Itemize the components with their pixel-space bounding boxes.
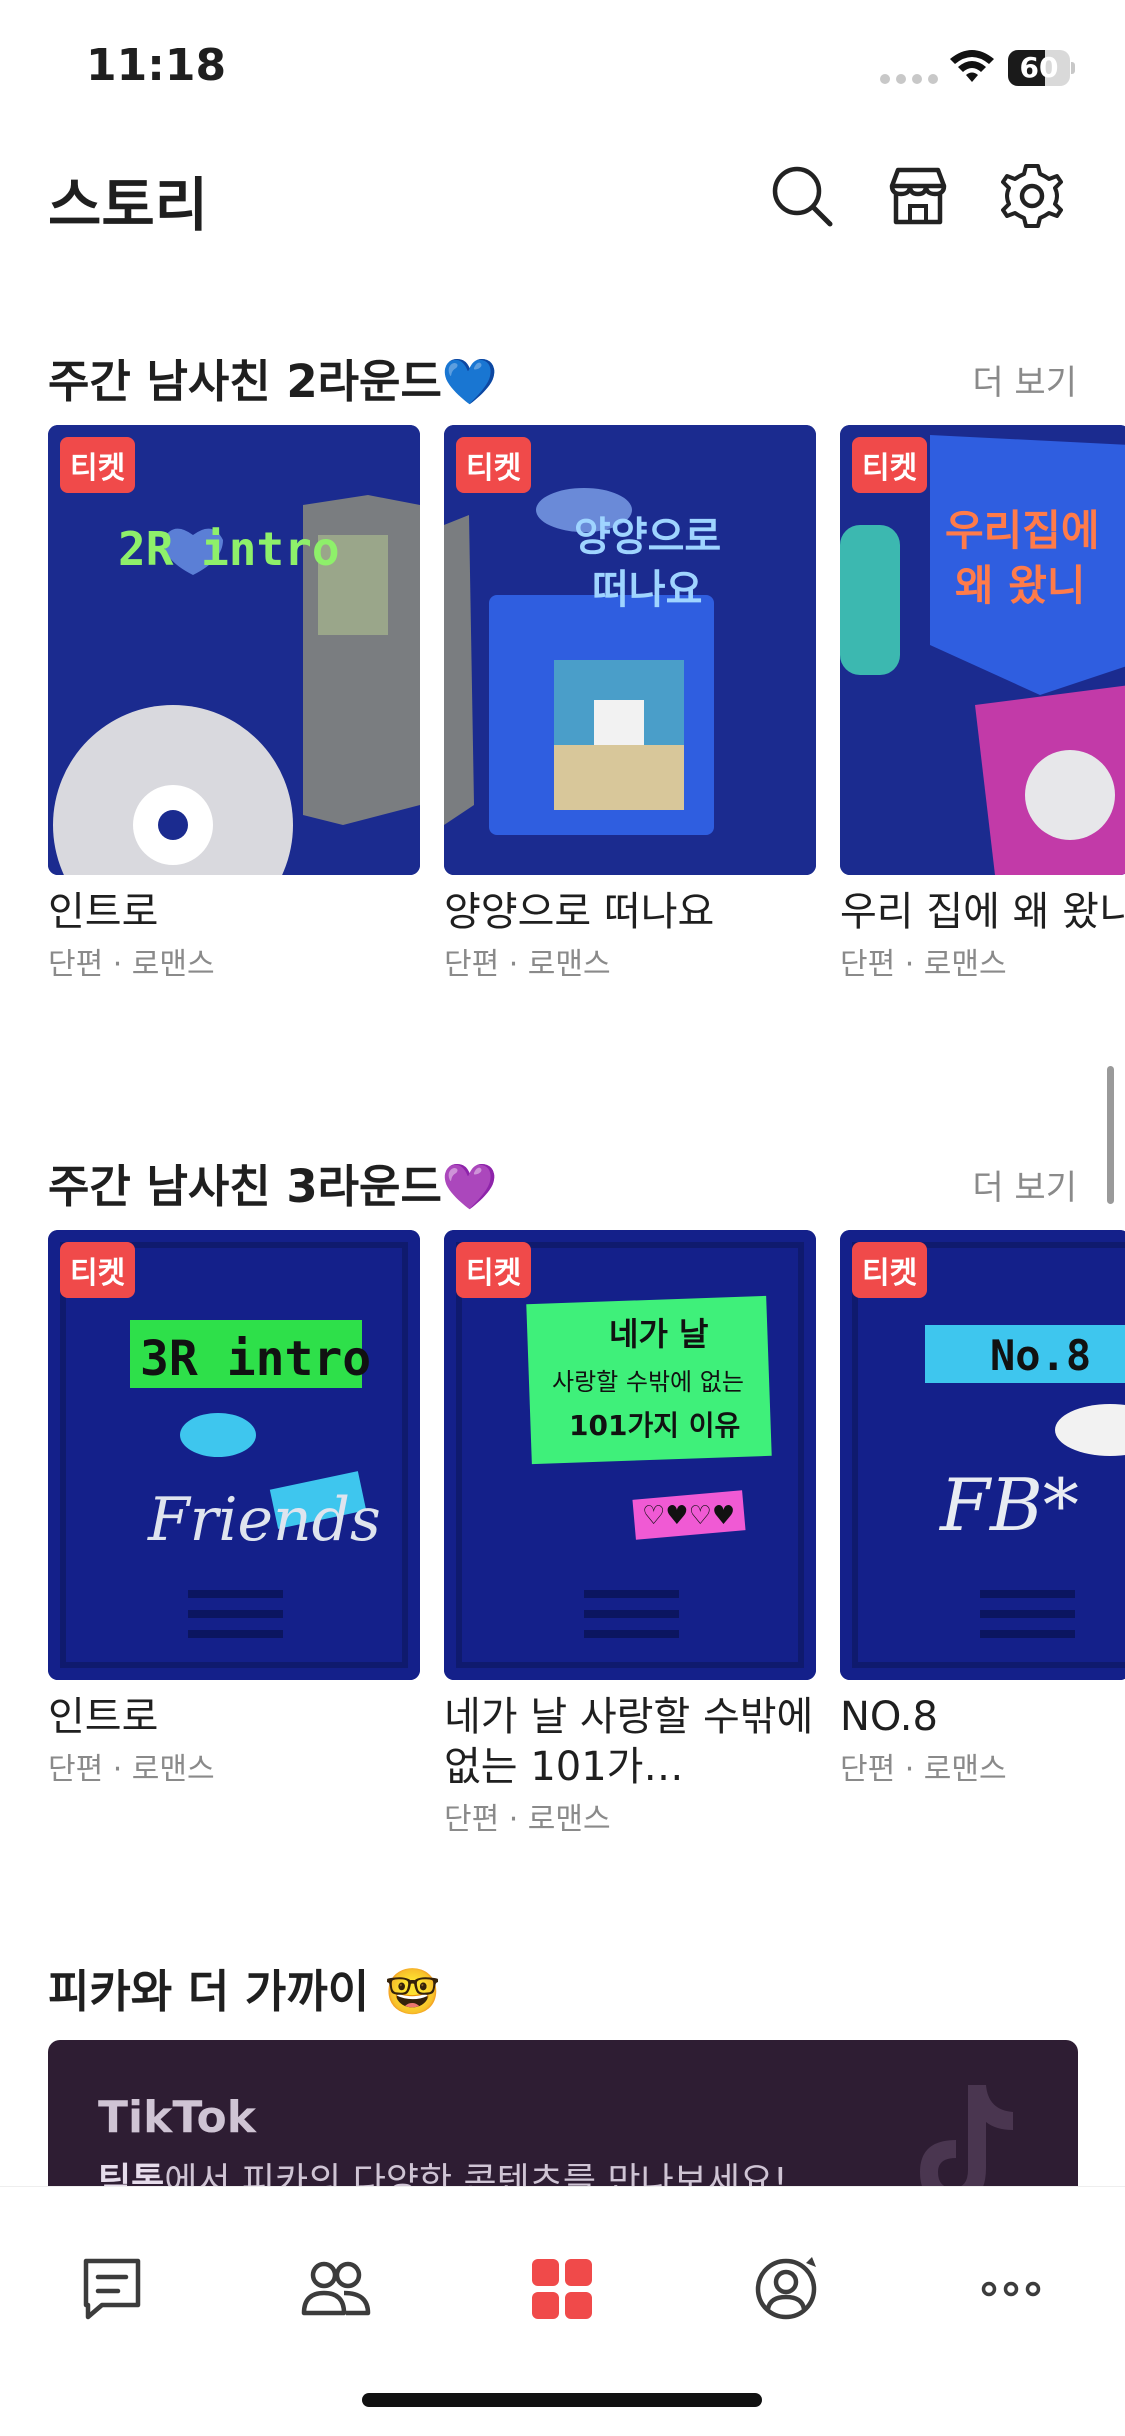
section-round3: 주간 남사친 3라운드💜 더 보기 3R intro Friends 티켓 인트… <box>0 1150 1125 1870</box>
card-title: 네가 날 사랑할 수밖에 없는 101가… <box>444 1694 814 1790</box>
svg-text:사랑할 수밖에 없는: 사랑할 수밖에 없는 <box>552 1368 744 1396</box>
status-time: 11:18 <box>86 40 227 91</box>
page-title: 스토리 <box>48 171 209 239</box>
svg-text:왜 왔니: 왜 왔니 <box>955 561 1086 610</box>
card-meta: 단편 · 로맨스 <box>840 1752 1007 1787</box>
ticket-badge: 티켓 <box>852 1242 928 1298</box>
banner-title: TikTok <box>98 2092 257 2143</box>
header: 스토리 <box>0 140 1125 250</box>
story-card[interactable]: 네가 날 사랑할 수밖에 없는 101가지 이유 ♡♥♡♥ 티켓 네가 날 사랑… <box>444 1230 816 1838</box>
story-card[interactable]: No.8 FB* 티켓 NO.8 단편 · 로맨스 <box>840 1230 1125 1788</box>
card-thumbnail: 3R intro Friends 티켓 <box>48 1230 420 1680</box>
svg-text:♡♥♡♥: ♡♥♡♥ <box>642 1501 735 1531</box>
card-thumbnail: No.8 FB* 티켓 <box>840 1230 1125 1680</box>
svg-text:양양으로: 양양으로 <box>574 514 721 560</box>
status-bar: 11:18 60 <box>0 0 1125 130</box>
gear-icon[interactable] <box>996 160 1068 232</box>
svg-text:101가지 이유: 101가지 이유 <box>569 1409 740 1442</box>
card-title: 인트로 <box>48 889 159 935</box>
section-round2: 주간 남사친 2라운드💙 더 보기 2R intro 티켓 인트로 단편 · 로… <box>0 345 1125 995</box>
svg-text:우리집에: 우리집에 <box>945 506 1100 555</box>
story-card[interactable]: 2R intro 티켓 인트로 단편 · 로맨스 <box>48 425 420 983</box>
battery-percent: 60 <box>1019 51 1059 84</box>
chat-icon[interactable] <box>76 2253 148 2325</box>
ticket-badge: 티켓 <box>456 437 532 493</box>
card-thumbnail: 양양으로 떠나요 티켓 <box>444 425 816 875</box>
card-thumbnail: 2R intro 티켓 <box>48 425 420 875</box>
section-title: 주간 남사친 3라운드💜 <box>48 1160 498 1213</box>
card-title: 우리 집에 왜 왔니 <box>840 889 1125 935</box>
card-row: 3R intro Friends 티켓 인트로 단편 · 로맨스 네가 날 사랑… <box>48 1230 1125 1870</box>
thumb-text: 3R intro <box>140 1331 371 1387</box>
tiktok-banner[interactable]: TikTok 틱톡에서 피카의 다양한 콘텐츠를 만나보세요! <box>48 2040 1078 2200</box>
friends-icon[interactable] <box>300 2253 372 2325</box>
card-row: 2R intro 티켓 인트로 단편 · 로맨스 양양으로 떠나요 티켓 양양으… <box>48 425 1125 1025</box>
card-meta: 단편 · 로맨스 <box>444 1802 611 1837</box>
thumb-text: 2R intro <box>118 522 340 576</box>
tiktok-icon <box>920 2085 1013 2200</box>
card-meta: 단편 · 로맨스 <box>444 947 611 982</box>
ticket-badge: 티켓 <box>60 1242 136 1298</box>
section-title: 주간 남사친 2라운드💙 <box>48 355 498 408</box>
more-icon[interactable] <box>975 2253 1047 2325</box>
search-icon[interactable] <box>766 160 838 232</box>
card-meta: 단편 · 로맨스 <box>48 947 215 982</box>
signal-icon <box>880 74 938 84</box>
card-title: 양양으로 떠나요 <box>444 889 715 935</box>
svg-text:떠나요: 떠나요 <box>592 567 702 613</box>
battery-icon: 60 <box>1008 50 1075 86</box>
home-indicator <box>362 2393 762 2407</box>
card-thumbnail: 네가 날 사랑할 수밖에 없는 101가지 이유 ♡♥♡♥ 티켓 <box>444 1230 816 1680</box>
card-meta: 단편 · 로맨스 <box>840 947 1007 982</box>
promo-section: 피카와 더 가까이 🤓 <box>0 1955 1125 2025</box>
story-card[interactable]: 양양으로 떠나요 티켓 양양으로 떠나요 단편 · 로맨스 <box>444 425 816 983</box>
more-link[interactable]: 더 보기 <box>972 355 1077 404</box>
section-title: 피카와 더 가까이 🤓 <box>48 1965 441 2018</box>
card-title: 인트로 <box>48 1694 159 1740</box>
more-link[interactable]: 더 보기 <box>972 1160 1077 1209</box>
story-card[interactable]: 우리집에 왜 왔니 티켓 우리 집에 왜 왔니 단편 · 로맨스 <box>840 425 1125 983</box>
ticket-badge: 티켓 <box>456 1242 532 1298</box>
svg-text:FB*: FB* <box>938 1463 1079 1547</box>
card-title: NO.8 <box>840 1694 938 1740</box>
story-card[interactable]: 3R intro Friends 티켓 인트로 단편 · 로맨스 <box>48 1230 420 1788</box>
svg-text:네가 날: 네가 날 <box>609 1315 708 1353</box>
store-icon[interactable] <box>882 160 954 232</box>
card-meta: 단편 · 로맨스 <box>48 1752 215 1787</box>
ticket-badge: 티켓 <box>852 437 928 493</box>
profile-icon[interactable] <box>750 2253 822 2325</box>
wifi-icon <box>950 50 994 82</box>
ticket-badge: 티켓 <box>60 437 136 493</box>
story-icon[interactable] <box>526 2253 598 2325</box>
card-thumbnail: 우리집에 왜 왔니 티켓 <box>840 425 1125 875</box>
thumb-text: No.8 <box>990 1331 1091 1380</box>
svg-text:Friends: Friends <box>147 1485 381 1555</box>
